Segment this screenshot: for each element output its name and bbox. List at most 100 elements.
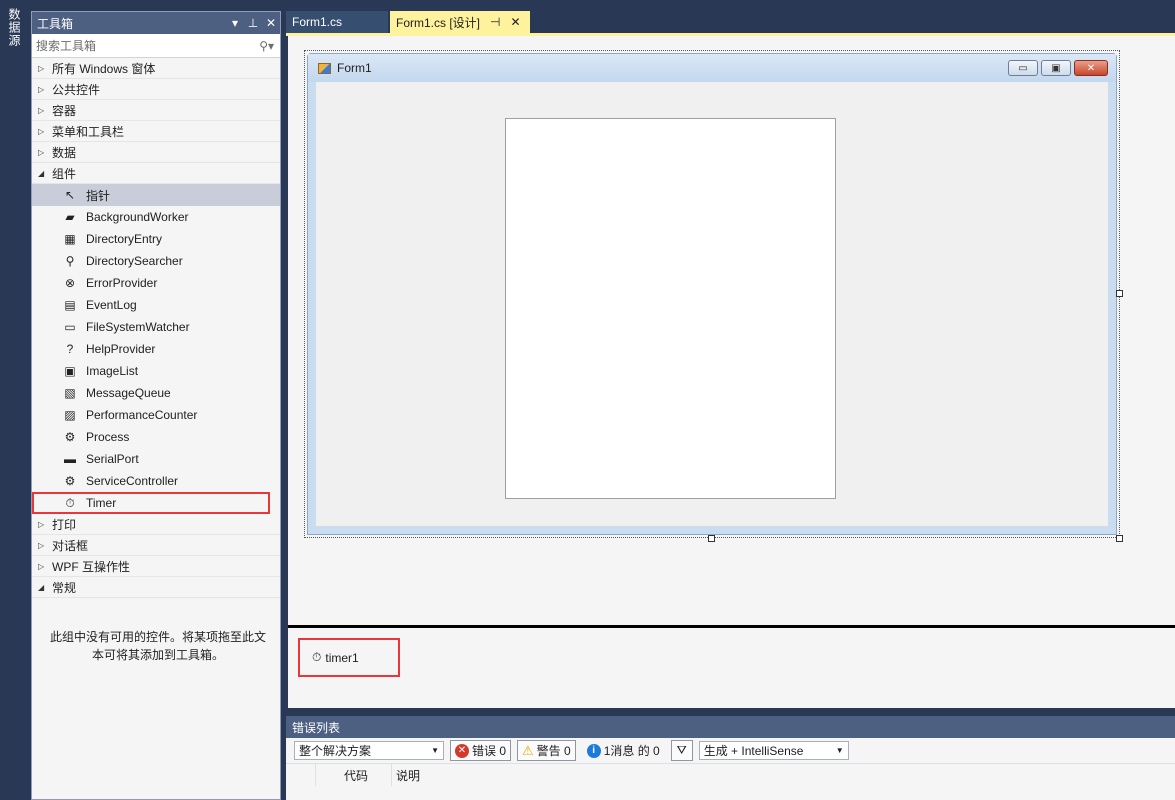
expand-arrow-icon: ▷ <box>38 147 45 157</box>
toolbox-item-label: DirectoryEntry <box>86 232 163 246</box>
toolbox-search-input[interactable] <box>36 38 260 53</box>
pointer-icon: ↖ <box>64 188 76 202</box>
info-icon: i <box>586 743 601 758</box>
service-controller-icon: ⚙ <box>64 474 76 488</box>
panel-control[interactable] <box>505 118 836 499</box>
category-general[interactable]: ◢ 常规 <box>32 577 280 598</box>
data-sources-tab[interactable]: 数据源 <box>6 8 23 47</box>
minimize-button[interactable]: ▭ <box>1008 60 1038 76</box>
toolbox-item-label: HelpProvider <box>86 342 156 356</box>
column-code[interactable]: 代码 <box>316 764 392 786</box>
column-code-label: 代码 <box>344 768 369 783</box>
warning-icon: ⚠ <box>522 742 534 758</box>
toolbox-item[interactable]: ▦ DirectoryEntry <box>32 228 280 250</box>
collapse-arrow-icon: ◢ <box>38 582 45 592</box>
toolbox-item[interactable]: ▧ MessageQueue <box>32 382 280 404</box>
expand-arrow-icon: ▷ <box>38 126 45 136</box>
toolbox-item-label: ImageList <box>86 364 139 378</box>
error-list-title-bar: 错误列表 <box>286 716 1175 738</box>
toolbox-item-label: Process <box>86 430 130 444</box>
toolbox-category[interactable]: ▷ 菜单和工具栏 <box>32 121 280 142</box>
toolbox-category[interactable]: ▷ 打印 <box>32 514 280 535</box>
form1-window[interactable]: Form1 ▭ ▣ ✕ <box>307 53 1117 535</box>
tab-label: Form1.cs <box>292 15 343 29</box>
toolbox-category[interactable]: ▷ 数据 <box>32 142 280 163</box>
toolbox-item[interactable]: ▭ FileSystemWatcher <box>32 316 280 338</box>
toolbox-item[interactable]: ▨ PerformanceCounter <box>32 404 280 426</box>
resize-handle-bottom[interactable] <box>708 535 715 542</box>
error-icon: ✕ <box>455 743 469 758</box>
toolbox-item-label: 指针 <box>86 188 111 203</box>
error-list-title: 错误列表 <box>292 720 341 735</box>
toolbox-item[interactable]: ↖ 指针 <box>32 184 280 206</box>
dropdown-icon[interactable]: ▾ <box>226 16 244 30</box>
toolbox-item[interactable]: ⚲ DirectorySearcher <box>32 250 280 272</box>
expand-arrow-icon: ▷ <box>38 519 45 529</box>
expand-arrow-icon: ▷ <box>38 540 45 550</box>
tab-form1-code[interactable]: Form1.cs <box>286 11 388 33</box>
close-icon[interactable]: ✕ <box>510 15 520 29</box>
toolbox-item-label: PerformanceCounter <box>86 408 198 422</box>
column-description-label: 说明 <box>396 768 421 783</box>
toolbox-panel: 工具箱 ▾ ⊥ ✕ ⚲▾ ▷所有 Windows 窗体▷公共控件▷容器▷菜单和工… <box>31 11 281 800</box>
messages-filter-button[interactable]: i 1消息 的 0 <box>582 740 665 761</box>
form-title-bar[interactable]: Form1 ▭ ▣ ✕ <box>308 54 1116 82</box>
source-value: 生成 + IntelliSense <box>703 744 804 758</box>
maximize-button[interactable]: ▣ <box>1041 60 1071 76</box>
toolbox-item[interactable]: ▣ ImageList <box>32 360 280 382</box>
help-provider-icon: ? <box>66 342 74 356</box>
toolbox-search: ⚲▾ <box>32 34 280 58</box>
toolbox-title: 工具箱 <box>37 16 74 31</box>
timer-icon: ⏱ <box>65 495 75 510</box>
toolbox-category[interactable]: ▷ WPF 互操作性 <box>32 556 280 577</box>
toolbox-item[interactable]: ⏱ Timer <box>32 492 270 514</box>
message-queue-icon: ▧ <box>64 386 76 400</box>
toolbox-category[interactable]: ▷ 所有 Windows 窗体 <box>32 58 280 79</box>
tab-form1-design[interactable]: Form1.cs [设计] ⊣ ✕ <box>390 11 530 33</box>
toolbox-category[interactable]: ▷ 公共控件 <box>32 79 280 100</box>
toolbox-item-label: DirectorySearcher <box>86 254 183 268</box>
category-label: WPF 互操作性 <box>52 559 130 574</box>
messages-count: 1消息 的 0 <box>603 744 660 758</box>
close-icon[interactable]: ✕ <box>262 16 280 30</box>
toolbox-item[interactable]: ? HelpProvider <box>32 338 280 360</box>
category-label: 打印 <box>52 517 77 532</box>
side-strip: 数据源 <box>0 0 31 800</box>
column-severity[interactable] <box>286 764 316 786</box>
form-icon <box>318 62 331 74</box>
error-list-toolbar: 整个解决方案 ▼ ✕ 错误 0 ⚠ 警告 0 i 1消息 的 0 ⛛ 生成 + … <box>286 738 1175 764</box>
source-dropdown[interactable]: 生成 + IntelliSense ▼ <box>698 741 849 760</box>
toolbox-title-bar: 工具箱 ▾ ⊥ ✕ <box>32 12 280 34</box>
error-provider-icon: ⊗ <box>64 276 76 290</box>
filter-build-button[interactable]: ⛛ <box>670 740 693 761</box>
resize-handle-corner[interactable] <box>1116 535 1123 542</box>
toolbox-item-label: SerialPort <box>86 452 139 466</box>
errors-filter-button[interactable]: ✕ 错误 0 <box>450 740 512 761</box>
toolbox-item-label: ErrorProvider <box>86 276 158 290</box>
toolbox-item[interactable]: ⚙ ServiceController <box>32 470 280 492</box>
toolbox-item[interactable]: ⚙ Process <box>32 426 280 448</box>
form-client-area[interactable] <box>316 82 1108 526</box>
expand-arrow-icon: ▷ <box>38 561 45 571</box>
column-description[interactable]: 说明 <box>392 764 1175 786</box>
category-label: 对话框 <box>52 538 89 553</box>
file-system-watcher-icon: ▭ <box>64 320 76 334</box>
toolbox-item[interactable]: ▰ BackgroundWorker <box>32 206 280 228</box>
background-worker-icon: ▰ <box>65 210 75 224</box>
category-components[interactable]: ◢ 组件 <box>32 163 280 184</box>
scope-dropdown[interactable]: 整个解决方案 ▼ <box>294 741 444 760</box>
search-icon[interactable]: ⚲▾ <box>259 39 274 53</box>
form-close-button[interactable]: ✕ <box>1074 60 1108 76</box>
form-selection-frame[interactable]: Form1 ▭ ▣ ✕ <box>304 50 1120 538</box>
warnings-filter-button[interactable]: ⚠ 警告 0 <box>517 740 576 761</box>
toolbox-item[interactable]: ▤ EventLog <box>32 294 280 316</box>
pin-icon[interactable]: ⊣ <box>490 15 500 29</box>
resize-handle-right[interactable] <box>1116 290 1123 297</box>
toolbox-category[interactable]: ▷ 容器 <box>32 100 280 121</box>
pin-icon[interactable]: ⊥ <box>244 16 262 30</box>
timer1-component[interactable]: ⏱ timer1 <box>298 638 400 677</box>
toolbox-item[interactable]: ▬ SerialPort <box>32 448 280 470</box>
toolbox-item[interactable]: ⊗ ErrorProvider <box>32 272 280 294</box>
category-label: 所有 Windows 窗体 <box>52 61 156 76</box>
toolbox-category[interactable]: ▷ 对话框 <box>32 535 280 556</box>
